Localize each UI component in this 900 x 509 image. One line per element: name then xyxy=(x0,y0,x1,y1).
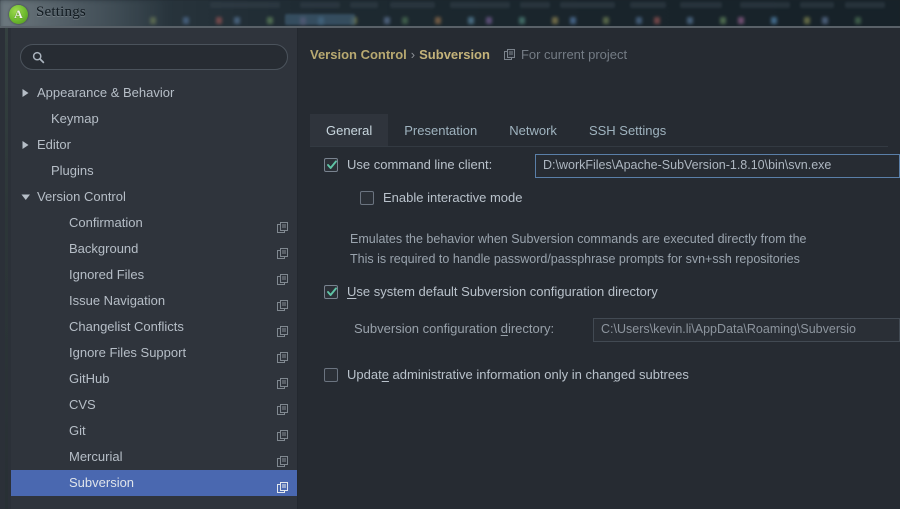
breadcrumb: Version Control › Subversion For current pr… xyxy=(310,47,627,62)
sidebar-item-label: Background xyxy=(69,236,138,262)
sidebar-item-keymap[interactable]: Keymap xyxy=(11,106,297,132)
sidebar-item-label: Git xyxy=(69,418,86,444)
android-studio-icon: A xyxy=(9,5,28,24)
sidebar-item-editor[interactable]: Editor xyxy=(11,132,297,158)
config-directory-label-mnemonic: d xyxy=(501,321,508,336)
settings-dialog: Appearance & BehaviorKeymapEditorPlugins… xyxy=(0,26,900,509)
settings-sidebar: Appearance & BehaviorKeymapEditorPlugins… xyxy=(11,28,297,509)
chevron-right-icon[interactable] xyxy=(20,80,32,106)
sidebar-item-label: Version Control xyxy=(37,184,126,210)
sidebar-item-issue-navigation[interactable]: Issue Navigation xyxy=(11,288,297,314)
use-system-default-config-dir-checkbox[interactable] xyxy=(324,285,338,299)
config-directory-label: Subversion configuration directory: xyxy=(354,321,554,336)
sidebar-item-label: Mercurial xyxy=(69,444,122,470)
config-directory-field[interactable]: C:\Users\kevin.li\AppData\Roaming\Subver… xyxy=(593,318,900,342)
config-directory-value: C:\Users\kevin.li\AppData\Roaming\Subver… xyxy=(601,322,856,336)
project-scope-icon xyxy=(277,451,289,463)
sidebar-item-label: Confirmation xyxy=(69,210,143,236)
tab-underline xyxy=(310,146,888,147)
interactive-mode-description-line-2: This is required to handle password/pass… xyxy=(350,252,800,266)
breadcrumb-separator: › xyxy=(411,47,415,62)
tab-ssh-settings[interactable]: SSH Settings xyxy=(573,114,682,146)
sidebar-item-label: Ignore Files Support xyxy=(69,340,186,366)
config-directory-label-part2: irectory: xyxy=(508,321,554,336)
settings-tree: Appearance & BehaviorKeymapEditorPlugins… xyxy=(11,80,297,496)
sidebar-item-label: Issue Navigation xyxy=(69,288,165,314)
breadcrumb-parent[interactable]: Version Control xyxy=(310,47,407,62)
sidebar-item-cvs[interactable]: CVS xyxy=(11,392,297,418)
project-scope-icon xyxy=(277,373,289,385)
project-scope-badge: For current project xyxy=(504,47,627,62)
project-scope-icon xyxy=(277,399,289,411)
sidebar-item-confirmation[interactable]: Confirmation xyxy=(11,210,297,236)
settings-tabs: General Presentation Network SSH Settings xyxy=(310,114,682,146)
enable-interactive-mode-label: Enable interactive mode xyxy=(383,190,522,205)
update-admin-info-part3: ed subtrees xyxy=(621,367,689,382)
sidebar-item-label: Plugins xyxy=(51,158,94,184)
use-command-line-client-checkbox[interactable] xyxy=(324,158,338,172)
android-studio-icon-glyph: A xyxy=(9,5,28,24)
project-scope-icon xyxy=(277,477,289,489)
svn-executable-path-field[interactable]: D:\workFiles\Apache-SubVersion-1.8.10\bi… xyxy=(535,154,900,178)
tab-label: Network xyxy=(509,123,557,138)
update-admin-info-mnemonic: e xyxy=(382,367,389,382)
interactive-mode-description-line-1: Emulates the behavior when Subversion co… xyxy=(350,232,806,246)
project-scope-icon xyxy=(277,243,289,255)
sidebar-item-git[interactable]: Git xyxy=(11,418,297,444)
project-scope-icon xyxy=(277,217,289,229)
settings-window: A Settings Appearanc xyxy=(0,0,900,509)
sidebar-item-version-control[interactable]: Version Control xyxy=(11,184,297,210)
use-system-default-config-dir-mnemonic: U xyxy=(347,284,356,299)
use-system-default-config-dir-label: Use system default Subversion configurat… xyxy=(347,284,658,299)
use-command-line-client-label: Use command line client: xyxy=(347,157,492,172)
project-scope-icon xyxy=(277,269,289,281)
settings-main-panel: Version Control › Subversion For current pr… xyxy=(298,28,900,509)
sidebar-item-appearance-behavior[interactable]: Appearance & Behavior xyxy=(11,80,297,106)
tab-presentation[interactable]: Presentation xyxy=(388,114,493,146)
sidebar-item-label: Keymap xyxy=(51,106,99,132)
sidebar-item-mercurial[interactable]: Mercurial xyxy=(11,444,297,470)
update-admin-info-mnemonic-2: g xyxy=(614,367,621,382)
update-admin-info-label: Update administrative information only i… xyxy=(347,367,689,382)
sidebar-item-ignored-files[interactable]: Ignored Files xyxy=(11,262,297,288)
sidebar-item-label: Appearance & Behavior xyxy=(37,80,174,106)
sidebar-item-label: Changelist Conflicts xyxy=(69,314,184,340)
tab-network[interactable]: Network xyxy=(493,114,573,146)
project-scope-icon xyxy=(277,425,289,437)
project-scope-badge-label: For current project xyxy=(521,47,627,62)
sidebar-item-plugins[interactable]: Plugins xyxy=(11,158,297,184)
sidebar-item-subversion[interactable]: Subversion xyxy=(11,470,297,496)
sidebar-item-github[interactable]: GitHub xyxy=(11,366,297,392)
left-rail-glow xyxy=(5,28,8,509)
svn-executable-path-value: D:\workFiles\Apache-SubVersion-1.8.10\bi… xyxy=(543,158,831,172)
breadcrumb-current: Subversion xyxy=(419,47,490,62)
update-admin-info-checkbox[interactable] xyxy=(324,368,338,382)
enable-interactive-mode-checkbox[interactable] xyxy=(360,191,374,205)
search-box[interactable] xyxy=(20,44,288,70)
sidebar-item-background[interactable]: Background xyxy=(11,236,297,262)
project-scope-icon xyxy=(277,347,289,359)
sidebar-item-ignore-files-support[interactable]: Ignore Files Support xyxy=(11,340,297,366)
update-admin-info-part2: administrative information only in chan xyxy=(389,367,614,382)
tab-label: SSH Settings xyxy=(589,123,666,138)
sidebar-item-label: Ignored Files xyxy=(69,262,144,288)
sidebar-item-label: CVS xyxy=(69,392,96,418)
tab-general[interactable]: General xyxy=(310,114,388,146)
config-directory-label-part1: Subversion configuration xyxy=(354,321,501,336)
search-icon xyxy=(32,51,45,64)
tab-label: Presentation xyxy=(404,123,477,138)
sidebar-item-label: Editor xyxy=(37,132,71,158)
project-scope-icon xyxy=(277,321,289,333)
sidebar-item-label: GitHub xyxy=(69,366,109,392)
sidebar-item-changelist-conflicts[interactable]: Changelist Conflicts xyxy=(11,314,297,340)
project-scope-icon xyxy=(504,49,516,61)
tab-label: General xyxy=(326,123,372,138)
project-scope-icon xyxy=(277,295,289,307)
chevron-down-icon[interactable] xyxy=(20,184,32,210)
use-system-default-config-dir-label-rest: se system default Subversion configurati… xyxy=(356,284,657,299)
chevron-right-icon[interactable] xyxy=(20,132,32,158)
window-title: Settings xyxy=(36,4,86,21)
update-admin-info-part1: Updat xyxy=(347,367,382,382)
sidebar-item-label: Subversion xyxy=(69,470,134,496)
